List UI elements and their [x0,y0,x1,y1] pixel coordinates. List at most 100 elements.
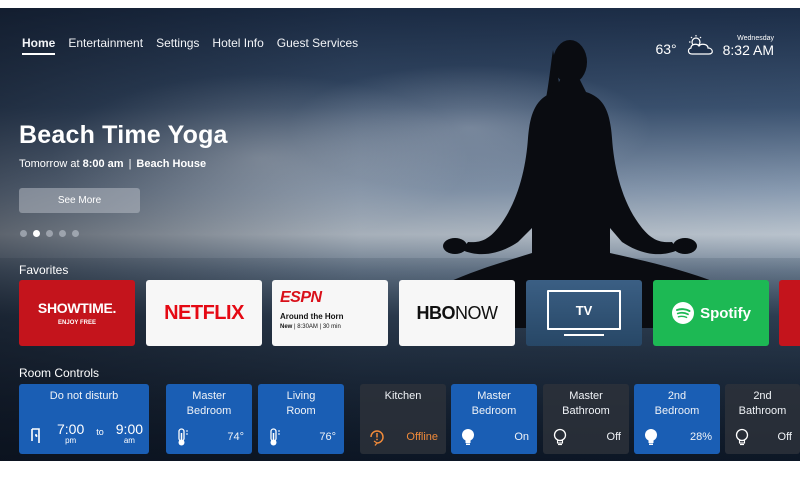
espn-logo: ESPN [280,289,322,306]
partly-cloudy-icon [687,35,713,55]
tile-status: On [459,427,529,447]
see-more-button[interactable]: See More [19,188,140,213]
favorite-espn[interactable]: ESPN Around the Horn New | 8:30AM | 30 m… [272,280,388,346]
nav-hotel-info[interactable]: Hotel Info [212,36,263,55]
tile-status: 76° [266,427,336,447]
tv-icon: TV [547,290,621,330]
tile-status: Off [551,427,621,447]
tv-home-screen: Home Entertainment Settings Hotel Info G… [0,8,800,461]
hero-when-time: 8:00 am [82,158,124,170]
tile-title-line2: Bedroom [186,405,232,417]
nav-entertainment[interactable]: Entertainment [68,36,143,55]
nav-home[interactable]: Home [22,36,56,55]
lightbulb-icon [645,429,657,445]
hbo-now-logo: HBONOW [417,303,498,324]
second-bedroom-light-tile[interactable]: 2nd Bedroom 28% [634,384,720,454]
dnd-to-label: to [96,427,104,437]
favorite-spotify[interactable]: Spotify [653,280,769,346]
weather-clock-widget: 63° Wednesday 8:32 AM [655,34,774,58]
spotify-logo: Spotify [671,301,751,325]
current-time: 8:32 AM [722,42,774,58]
lightbulb-outline-icon [735,428,749,446]
dnd-from-ampm: pm [65,436,77,445]
favorites-row: SHOWTIME. ENJOY FREE NETFLIX ESPN Around… [19,280,800,346]
nav-guest-services[interactable]: Guest Services [277,36,358,55]
tile-title-line1: Master [192,390,226,402]
dnd-from: 7:00 pm [57,422,84,445]
tile-value: Off [606,431,621,443]
tile-title: Master Bathroom [549,389,623,419]
living-room-thermostat-tile[interactable]: Living Room 76° [258,384,344,454]
thermometer-icon [270,428,280,446]
favorite-netflix[interactable]: NETFLIX [146,280,262,346]
hbo-logo-bold: HBO [416,302,456,323]
do-not-disturb-icon [31,428,40,443]
tile-title: 2nd Bathroom [731,389,794,419]
tile-status: Off [733,427,792,447]
espn-meta-new: New [280,324,293,330]
dnd-title: Do not disturb [49,390,119,402]
dnd-to-ampm: am [123,436,135,445]
tile-title-line2: Bathroom [562,405,610,417]
tile-status: 74° [174,427,244,447]
lightbulb-icon [462,429,474,445]
tile-value: On [514,431,529,443]
hero-when-prefix: Tomorrow at [19,158,83,170]
hero-subtitle: Tomorrow at 8:00 am | Beach House [19,158,206,170]
favorite-showtime[interactable]: SHOWTIME. ENJOY FREE [19,280,135,346]
showtime-subtitle: ENJOY FREE [58,320,96,326]
favorites-heading: Favorites [19,263,69,277]
tile-value: Off [777,431,792,443]
dnd-from-time: 7:00 [57,421,85,437]
carousel-dot[interactable] [46,230,53,237]
tile-title-line2: Bedroom [654,405,700,417]
tile-title-line2: Room [286,405,316,417]
favorite-hbo-now[interactable]: HBONOW [399,280,515,346]
temperature-readout: 63° [655,41,677,57]
room-controls-heading: Room Controls [19,366,100,380]
hero-separator: | [128,158,132,170]
thermometer-icon [178,428,188,446]
espn-show-meta: New | 8:30AM | 30 min [280,324,341,330]
espn-meta-duration: 30 min [322,324,341,330]
carousel-dot[interactable] [72,230,79,237]
tile-title-line1: 2nd [753,390,772,402]
tile-value: 76° [319,431,336,443]
master-bathroom-light-tile[interactable]: Master Bathroom Off [543,384,629,454]
tile-title-line1: Kitchen [384,390,422,402]
do-not-disturb-tile[interactable]: Do not disturb 7:00 pm to 9:00 am [19,384,149,454]
second-bathroom-light-tile[interactable]: 2nd Bathroom Off [725,384,800,454]
showtime-logo: SHOWTIME. [37,300,117,316]
tile-value: 74° [227,431,244,443]
tile-title-line2: Bathroom [738,405,787,417]
carousel-dot[interactable] [59,230,66,237]
espn-show-title: Around the Horn [280,312,344,321]
tile-title: Master Bedroom [457,389,531,419]
master-bedroom-light-tile[interactable]: Master Bedroom On [451,384,537,454]
tile-value: Offline [406,431,438,443]
tile-title: Kitchen [366,389,440,404]
spotify-label: Spotify [700,304,751,322]
lightbulb-outline-icon [553,428,567,446]
favorite-next-partial[interactable] [779,280,800,346]
hero-location: Beach House [136,158,207,170]
tile-title: Living Room [264,389,338,419]
day-of-week: Wednesday [737,35,774,42]
tile-title: 2nd Bedroom [640,389,714,419]
netflix-logo: NETFLIX [164,301,244,324]
carousel-indicator [20,230,79,237]
favorite-tv[interactable]: TV [526,280,642,346]
tile-title-line2: Bedroom [471,405,517,417]
hero-title: Beach Time Yoga [19,121,228,149]
carousel-dot[interactable] [20,230,27,237]
tile-title-line1: Master [477,390,511,402]
kitchen-tile[interactable]: Kitchen Offline [360,384,446,454]
dnd-to: 9:00 am [116,422,143,445]
nav-settings[interactable]: Settings [156,36,199,55]
master-bedroom-thermostat-tile[interactable]: Master Bedroom 74° [166,384,252,454]
tile-status: 28% [642,427,712,447]
hbo-logo-rest: NOW [455,302,498,323]
carousel-dot[interactable] [33,230,40,237]
dnd-schedule: 7:00 pm to 9:00 am [27,422,143,445]
room-controls-row: Do not disturb 7:00 pm to 9:00 am Master… [19,384,800,454]
